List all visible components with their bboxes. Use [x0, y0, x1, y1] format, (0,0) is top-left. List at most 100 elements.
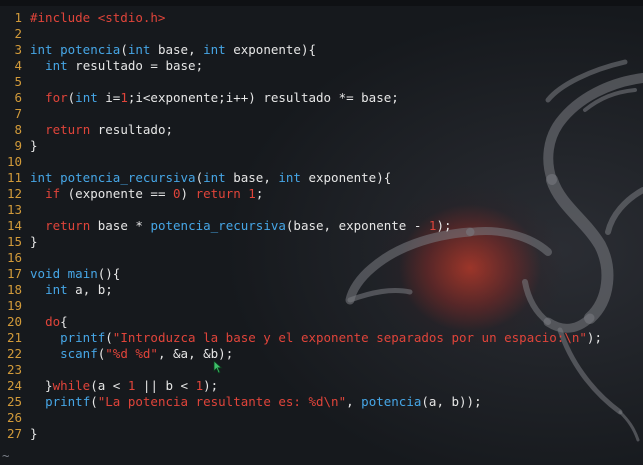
code-token: 0 [173, 186, 181, 201]
code-line[interactable]: 14 return base * potencia_recursiva(base… [0, 218, 602, 234]
line-number: 17 [6, 266, 22, 281]
code-token: printf [45, 394, 91, 409]
code-token: potencia [361, 394, 422, 409]
code-token: int [45, 58, 68, 73]
code-token: int [278, 170, 301, 185]
line-number: 24 [6, 378, 22, 393]
code-editor[interactable]: 1 #include <stdio.h> 2 3 int potencia ( int ba… [0, 0, 643, 465]
code-line[interactable]: 25 printf("La potencia resultante es: %d… [0, 394, 602, 410]
code-line[interactable]: 2 [0, 26, 602, 42]
line-text[interactable]: for(int i=1;i<exponente;i++) resultado *… [30, 90, 399, 106]
code-line[interactable]: 26 [0, 410, 602, 426]
line-text[interactable]: printf("Introduzca la base y el exponent… [30, 330, 602, 346]
line-number: 11 [6, 170, 22, 185]
code-token: resultado; [90, 122, 174, 137]
line-text[interactable]: do{ [30, 314, 68, 330]
code-token: if [45, 186, 61, 201]
code-token: scanf [60, 346, 98, 361]
line-number: 7 [14, 106, 22, 121]
code-token: ( [120, 42, 128, 57]
code-line[interactable]: 18 int a, b; [0, 282, 602, 298]
line-text[interactable]: return resultado; [30, 122, 173, 138]
line-number: 10 [6, 154, 22, 169]
line-number: 6 [14, 90, 22, 105]
code-line[interactable]: 5 [0, 74, 602, 90]
code-line[interactable]: 15} [0, 234, 602, 250]
code-token: int [203, 42, 226, 57]
line-number: 8 [14, 122, 22, 137]
code-line[interactable]: 24 }while(a < 1 || b < 1); [0, 378, 602, 394]
line-text[interactable]: int a, b; [30, 282, 113, 298]
code-token: main [67, 266, 98, 281]
code-token: base, [225, 170, 279, 185]
line-text[interactable]: }while(a < 1 || b < 1); [30, 378, 218, 394]
code-token: #include <stdio.h> [30, 10, 166, 25]
code-line[interactable]: 16 [0, 250, 602, 266]
mouse-cursor-icon [213, 360, 223, 374]
source-code-listing[interactable]: 1 #include <stdio.h> 2 3 int potencia ( int ba… [0, 10, 602, 442]
code-line[interactable]: 9} [0, 138, 602, 154]
code-token: ; [255, 186, 264, 201]
code-token: (a, b)); [421, 394, 482, 409]
code-line[interactable]: 13 [0, 202, 602, 218]
code-line[interactable]: 20 do{ [0, 314, 602, 330]
code-token: while [52, 378, 91, 393]
code-token: int [30, 42, 53, 57]
code-line[interactable]: 1 #include <stdio.h> [0, 10, 602, 26]
code-token: resultado = base; [67, 58, 204, 73]
code-line[interactable]: 10 [0, 154, 602, 170]
line-number: 2 [14, 26, 22, 41]
line-number: 3 [14, 42, 22, 57]
code-line[interactable]: 23 [0, 362, 602, 378]
line-text[interactable]: int resultado = base; [30, 58, 203, 74]
line-number: 5 [14, 74, 22, 89]
code-token: , &a, &b); [157, 346, 234, 361]
line-text[interactable]: int potencia(int base, int exponente){ [30, 42, 316, 58]
code-token: (exponente == [60, 186, 174, 201]
line-number: 15 [6, 234, 22, 249]
code-line[interactable]: 21 printf("Introduzca la base y el expon… [0, 330, 602, 346]
code-line[interactable]: 3 int potencia(int base, int exponente){ [0, 42, 602, 58]
code-token: (){ [97, 266, 121, 281]
code-token: ( [195, 170, 204, 185]
code-line[interactable]: 22 scanf("%d %d", &a, &b); [0, 346, 602, 362]
code-line[interactable]: 4 int resultado = base; [0, 58, 602, 74]
code-token: ( [90, 394, 98, 409]
code-line[interactable]: 6 for(int i=1;i<exponente;i++) resultado… [0, 90, 602, 106]
line-text[interactable]: #include <stdio.h> [30, 10, 165, 26]
line-text[interactable]: scanf("%d %d", &a, &b); [30, 346, 233, 362]
code-token: 1 [248, 186, 256, 201]
line-text[interactable]: } [30, 138, 38, 154]
code-token: return [195, 186, 241, 201]
code-token: int [45, 282, 68, 297]
line-text[interactable]: } [30, 426, 38, 442]
line-number: 19 [6, 298, 22, 313]
code-line[interactable]: 17 void main(){ [0, 266, 602, 282]
code-line[interactable]: 11 int potencia_recursiva(int base, int e… [0, 170, 602, 186]
code-line[interactable]: 8 return resultado; [0, 122, 602, 138]
code-token: 1 [195, 378, 204, 393]
code-token: ); [436, 218, 452, 233]
line-text[interactable]: if (exponente == 0) return 1; [30, 186, 263, 202]
line-text[interactable]: int potencia_recursiva(int base, int exp… [30, 170, 391, 186]
code-line[interactable]: 19 [0, 298, 602, 314]
line-number: 12 [6, 186, 22, 201]
line-text[interactable]: printf("La potencia resultante es: %d\n"… [30, 394, 482, 410]
line-text[interactable]: void main(){ [30, 266, 120, 282]
line-text[interactable]: } [30, 234, 38, 250]
line-number: 9 [14, 138, 22, 153]
code-token: int [30, 170, 53, 185]
line-number: 1 [14, 10, 22, 25]
code-line[interactable]: 7 [0, 106, 602, 122]
code-line[interactable]: 12 if (exponente == 0) return 1; [0, 186, 602, 202]
code-token: "Introduzca la base y el exponente separ… [112, 330, 587, 345]
code-token: printf [60, 330, 106, 345]
line-text[interactable]: return base * potencia_recursiva(base, e… [30, 218, 452, 234]
code-token: a, b; [67, 282, 113, 297]
code-token: "%d %d" [105, 346, 158, 361]
code-line[interactable]: 27} [0, 426, 602, 442]
